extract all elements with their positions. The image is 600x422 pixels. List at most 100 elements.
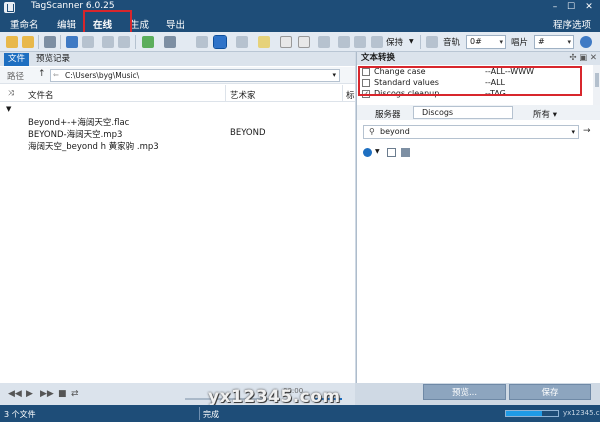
- status-divider: [199, 407, 200, 420]
- file-list-header: ⤨ 文件名 艺术家 标: [0, 85, 355, 102]
- toolbar-separator: [135, 35, 136, 49]
- go-arrow-icon[interactable]: →: [583, 126, 591, 136]
- menu-generate[interactable]: 生成: [130, 17, 149, 31]
- panel-title: 文本转换: [361, 53, 396, 63]
- conversion-panel: 文本转换 ✣ ▣ ✕ Change case --ALL--WWW Standa…: [356, 52, 600, 383]
- column-title[interactable]: 标: [346, 89, 355, 101]
- progress-fill: [506, 411, 543, 416]
- chevron-down-icon: ▾: [332, 71, 336, 79]
- app-icon: [4, 2, 15, 13]
- up-arrow-icon[interactable]: ↑: [38, 69, 46, 79]
- save-dropdown-icon[interactable]: ▼: [409, 38, 414, 45]
- format-icon[interactable]: [426, 36, 438, 48]
- play-icon[interactable]: ▶: [26, 389, 33, 399]
- move-down-icon[interactable]: [102, 36, 114, 48]
- disc-format-value: #: [538, 37, 545, 46]
- save-button[interactable]: 保持: [386, 36, 403, 48]
- status-progress: [505, 410, 559, 417]
- menu-program-options[interactable]: 程序选项: [553, 17, 591, 31]
- chevron-down-icon: ▾: [499, 38, 503, 46]
- expand-icon[interactable]: [387, 148, 396, 157]
- server-value: Discogs: [422, 108, 454, 117]
- search-icon[interactable]: [196, 36, 208, 48]
- search-value: beyond: [380, 127, 410, 136]
- column-divider[interactable]: [225, 85, 226, 102]
- view-toggle-icon[interactable]: [213, 35, 227, 49]
- paste-icon[interactable]: [338, 36, 350, 48]
- shuffle-icon[interactable]: ⤨: [8, 89, 14, 98]
- status-bar: 3 个文件 完成 yx12345.com: [0, 405, 600, 422]
- chevron-down-icon[interactable]: ▾: [571, 126, 575, 138]
- note-icon[interactable]: [258, 36, 270, 48]
- chevron-down-icon: ▾: [567, 38, 571, 46]
- preview-button[interactable]: 预览...: [423, 384, 506, 400]
- search-input[interactable]: ⚲ beyond ▾: [363, 125, 579, 139]
- column-divider[interactable]: [342, 85, 343, 102]
- move-up-icon[interactable]: [118, 36, 130, 48]
- document-icon[interactable]: [280, 36, 292, 48]
- file-row[interactable]: 海阔天空_beyond h 黄家驹 .mp3: [0, 140, 355, 152]
- conversion-scrollbar[interactable]: [593, 65, 600, 105]
- server-label: 服务器: [375, 110, 401, 120]
- maximize-button[interactable]: ☐: [564, 1, 578, 14]
- select-icon[interactable]: [82, 36, 94, 48]
- file-name: 海阔天空_beyond h 黄家驹 .mp3: [28, 142, 159, 152]
- toolbar: 保持 ▼ 音轨 0# ▾ 唱片 # ▾: [0, 32, 600, 52]
- group-collapse-icon[interactable]: ▼: [6, 105, 11, 113]
- disc-format-select[interactable]: # ▾: [534, 35, 574, 49]
- close-button[interactable]: ✕: [582, 1, 596, 14]
- file-row[interactable]: BEYOND-海阔天空.mp3 BEYOND: [0, 128, 355, 140]
- menu-rename[interactable]: 重命名: [10, 17, 39, 31]
- minimize-button[interactable]: –: [548, 1, 562, 14]
- path-input[interactable]: C:\Users\byg\Music\ ▾: [50, 69, 340, 82]
- document-alt-icon[interactable]: [298, 36, 310, 48]
- result-toolbar: ▼: [363, 148, 423, 160]
- column-filename[interactable]: 文件名: [28, 89, 54, 101]
- save-icon[interactable]: [371, 36, 383, 48]
- highlight-online-menu: [83, 10, 132, 34]
- previous-icon[interactable]: ◀◀: [8, 389, 22, 399]
- next-icon[interactable]: ▶▶: [40, 389, 54, 399]
- save-tags-button[interactable]: 保存: [509, 384, 591, 400]
- grid-icon[interactable]: [66, 36, 78, 48]
- file-row[interactable]: Beyond+-+海阔天空.flac: [0, 116, 355, 128]
- watermark: yx12345.com: [208, 387, 341, 407]
- refresh-icon[interactable]: [363, 148, 372, 157]
- repeat-icon[interactable]: ⇄: [71, 389, 79, 399]
- track-format-select[interactable]: 0# ▾: [466, 35, 506, 49]
- copy-icon[interactable]: [318, 36, 330, 48]
- column-artist[interactable]: 艺术家: [230, 89, 256, 101]
- sort-icon[interactable]: [164, 36, 176, 48]
- stop-icon[interactable]: ■: [58, 389, 67, 399]
- file-artist: BEYOND: [230, 128, 266, 138]
- open-folder-icon[interactable]: [6, 36, 18, 48]
- tab-preview-log[interactable]: 预览记录: [32, 53, 74, 66]
- scope-value: 所有: [533, 110, 551, 120]
- menu-edit[interactable]: 编辑: [57, 17, 76, 31]
- filter-icon[interactable]: [142, 36, 154, 48]
- panel-heading: 文本转换 ✣ ▣ ✕: [357, 52, 600, 65]
- chevron-down-icon: ▾: [552, 110, 557, 120]
- path-row: 路径 ↑ C:\Users\byg\Music\ ▾: [0, 67, 355, 84]
- panel-controls-icon[interactable]: ✣ ▣ ✕: [569, 52, 597, 65]
- undo-icon[interactable]: [44, 36, 56, 48]
- list-icon[interactable]: [236, 36, 248, 48]
- track-format-value: 0#: [470, 37, 482, 46]
- add-folder-icon[interactable]: [22, 36, 34, 48]
- highlight-server-search: [358, 66, 582, 96]
- file-name: Beyond+-+海阔天空.flac: [28, 118, 130, 128]
- tag-icon[interactable]: [354, 36, 366, 48]
- file-tabs: 文件 预览记录: [0, 52, 355, 66]
- help-icon[interactable]: [580, 36, 592, 48]
- grid-view-icon[interactable]: [401, 148, 410, 157]
- file-name: BEYOND-海阔天空.mp3: [28, 130, 123, 140]
- server-select[interactable]: Discogs: [413, 106, 513, 119]
- tab-files[interactable]: 文件: [4, 53, 30, 66]
- scope-select[interactable]: 所有 ▾: [533, 108, 557, 120]
- toolbar-separator: [38, 35, 39, 49]
- path-label: 路径: [7, 72, 25, 82]
- chevron-down-icon[interactable]: ▼: [375, 148, 380, 155]
- track-label: 音轨: [443, 38, 461, 48]
- search-icon: ⚲: [369, 127, 375, 136]
- menu-export[interactable]: 导出: [166, 17, 185, 31]
